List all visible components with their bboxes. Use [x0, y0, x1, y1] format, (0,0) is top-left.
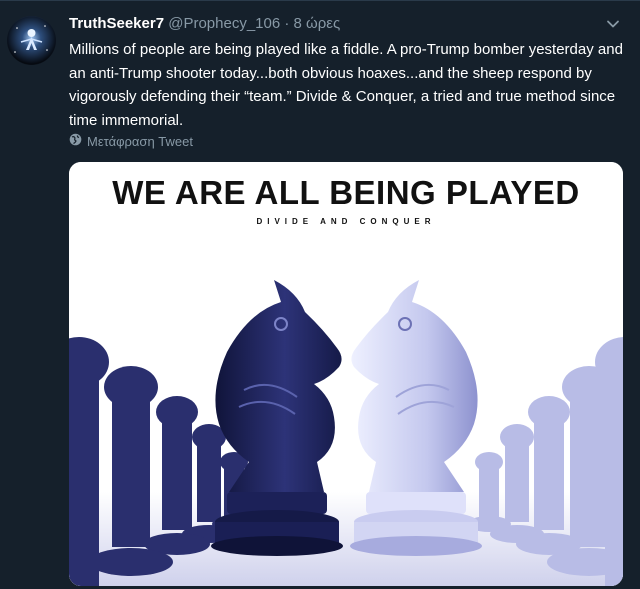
timestamp[interactable]: 8 ώρες: [294, 15, 341, 32]
tweet[interactable]: TruthSeeker7 @Prophecy_106 · 8 ώρες Mill…: [0, 0, 640, 589]
separator-dot: ·: [284, 15, 290, 32]
translate-label: Μετάφραση Tweet: [87, 133, 193, 149]
user-handle[interactable]: @Prophecy_106: [168, 15, 280, 32]
tweet-text: Millions of people are being played like…: [69, 41, 623, 129]
translate-tweet-link[interactable]: Μετάφραση Tweet: [69, 133, 193, 149]
tweet-image[interactable]: WE ARE ALL BEING PLAYED DIVIDE AND CONQU…: [69, 162, 623, 586]
image-title: WE ARE ALL BEING PLAYED: [112, 174, 580, 211]
avatar[interactable]: [7, 16, 56, 65]
chevron-down-icon[interactable]: [606, 17, 620, 31]
display-name[interactable]: TruthSeeker7: [69, 15, 164, 32]
globe-icon: [69, 133, 82, 149]
image-subtitle: DIVIDE AND CONQUER: [256, 217, 436, 226]
tweet-header: TruthSeeker7 @Prophecy_106 · 8 ώρες: [69, 14, 340, 34]
